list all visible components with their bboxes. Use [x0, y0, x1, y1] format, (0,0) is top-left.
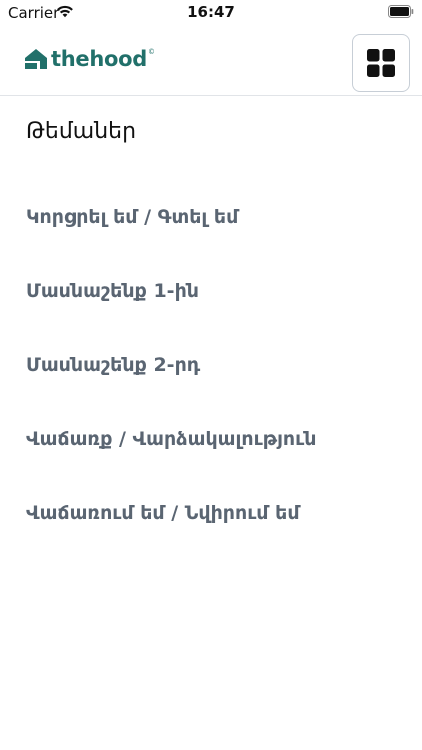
app-header: thehood © [0, 26, 422, 96]
menu-grid-button[interactable] [352, 34, 410, 92]
topic-building-2[interactable]: Մասնաշենք 2-րդ [26, 328, 316, 402]
topic-lost-found[interactable]: Կորցրել եմ / Գտել եմ [26, 180, 316, 254]
logo-mark: © [147, 48, 155, 56]
page-title: Թեմաներ [26, 119, 137, 144]
status-bar: Carrier 16:47 [0, 0, 422, 26]
thehood-logo[interactable]: thehood © [25, 46, 155, 72]
topic-list: Կորցրել եմ / Գտել եմ Մասնաշենք 1-ին Մասն… [26, 180, 316, 550]
logo-text: thehood [51, 47, 147, 71]
grid-icon [367, 49, 395, 77]
topic-sale-rent[interactable]: Վաճառք / Վարձակալություն [26, 402, 316, 476]
house-icon [25, 49, 47, 69]
topic-selling-giving[interactable]: Վաճառում եմ / Նվիրում եմ [26, 476, 316, 550]
battery-icon [388, 5, 414, 18]
clock: 16:47 [187, 3, 235, 21]
topic-building-1[interactable]: Մասնաշենք 1-ին [26, 254, 316, 328]
